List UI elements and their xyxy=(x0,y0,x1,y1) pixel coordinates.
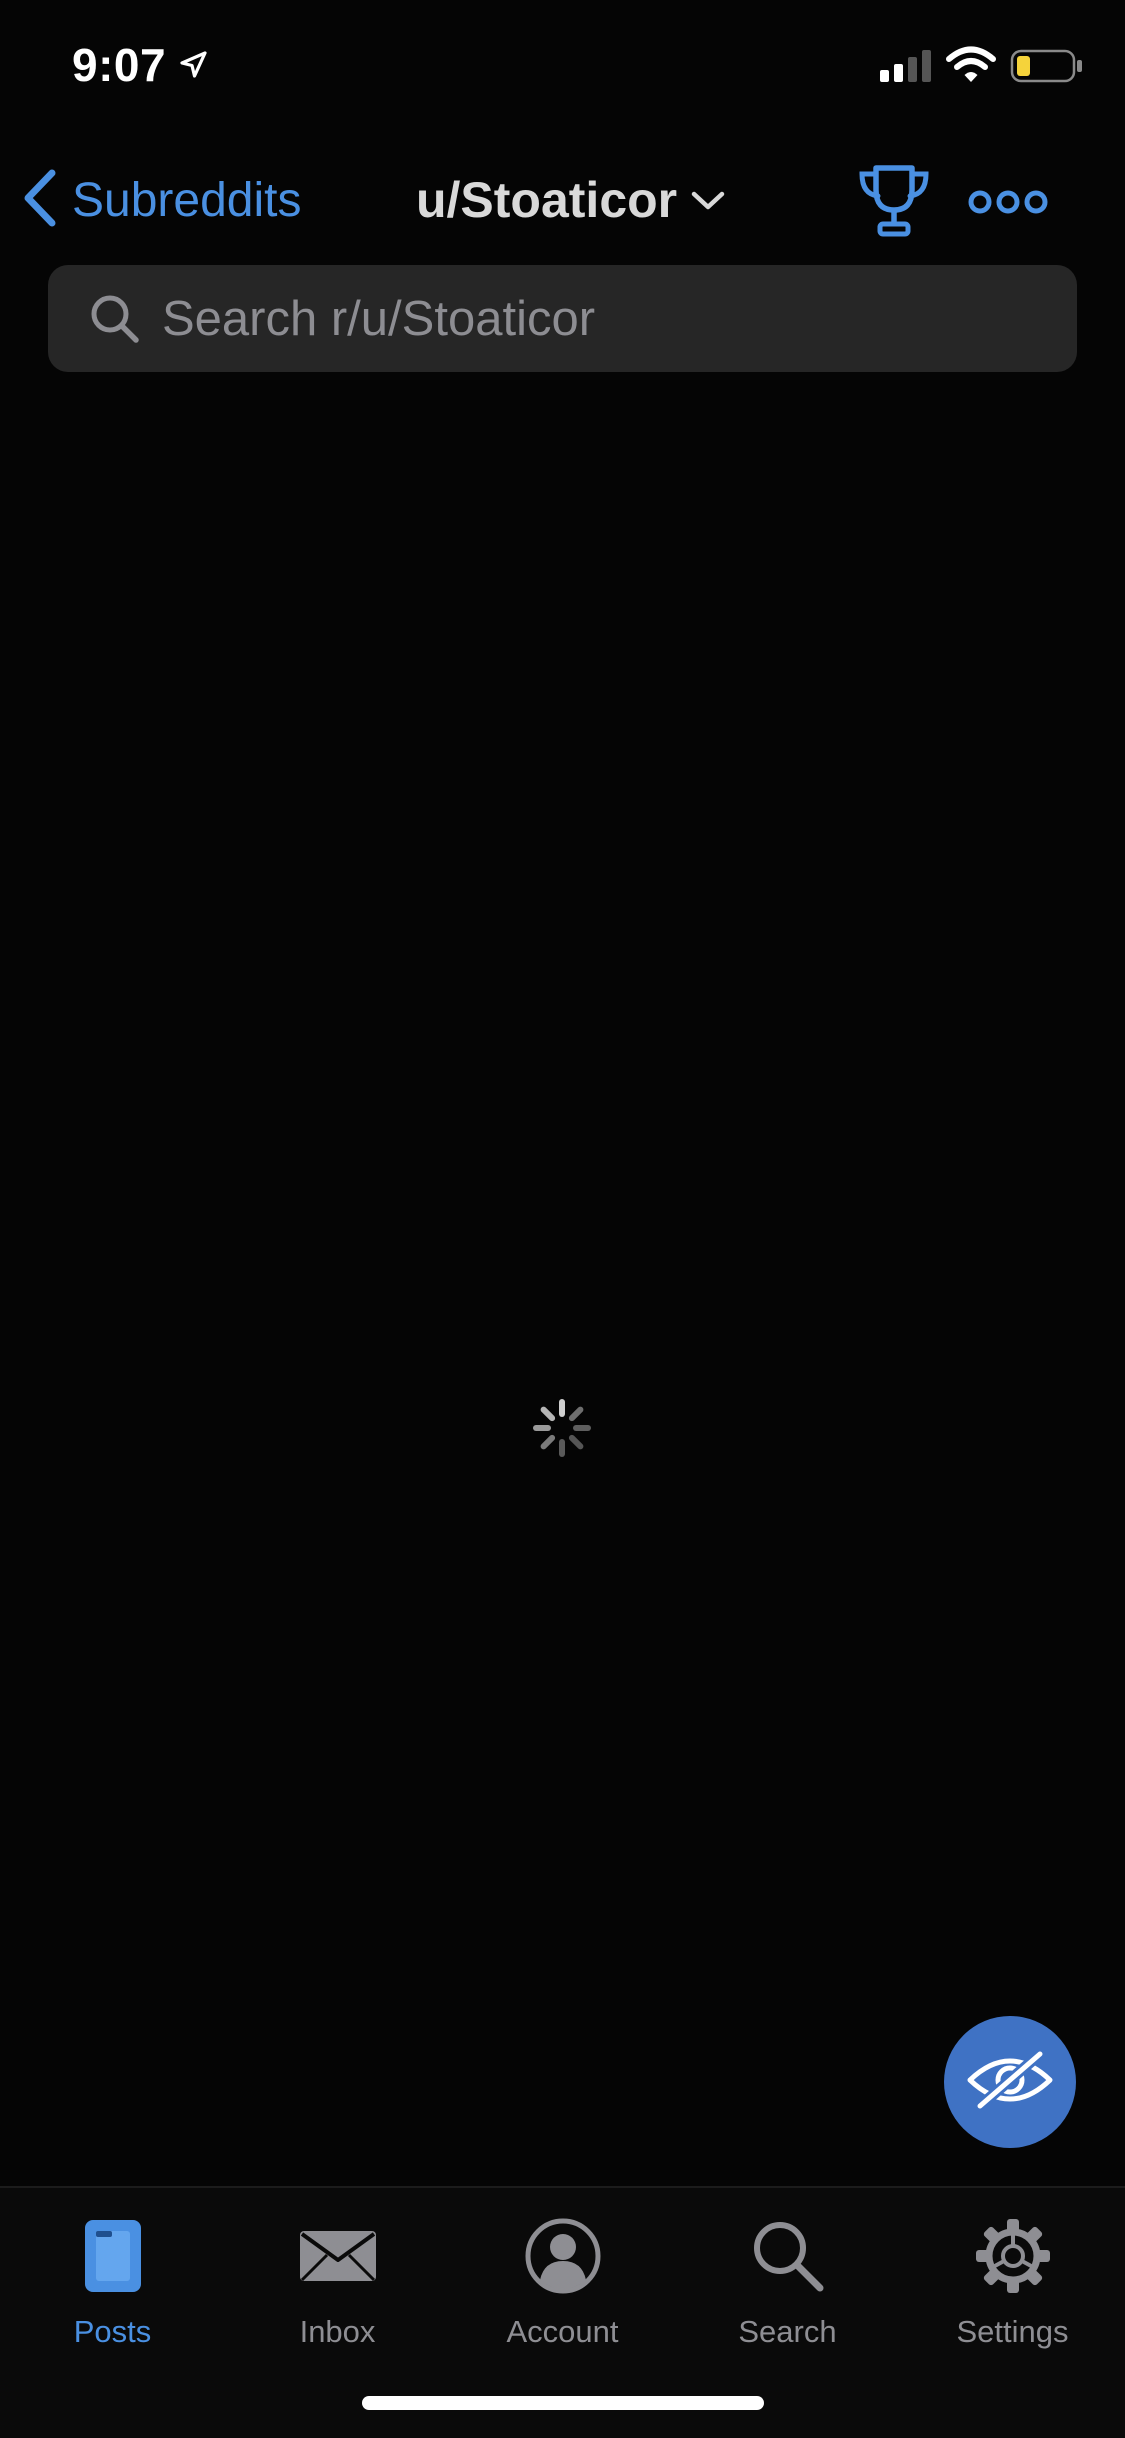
tab-inbox[interactable]: Inbox xyxy=(225,2206,450,2366)
cellular-signal-icon xyxy=(880,48,934,89)
wifi-icon xyxy=(946,46,996,89)
tab-inbox-label: Inbox xyxy=(299,2314,376,2349)
tab-account-label: Account xyxy=(506,2314,619,2349)
chevron-left-icon xyxy=(22,169,58,232)
status-bar: 9:07 xyxy=(0,0,1125,140)
status-time: 9:07 xyxy=(72,39,167,91)
navigation-bar: Subreddits u/Stoaticor xyxy=(0,150,1125,250)
ellipsis-icon xyxy=(966,190,1050,236)
tab-settings[interactable]: Settings xyxy=(900,2206,1125,2366)
envelope-icon xyxy=(225,2206,450,2306)
gear-icon xyxy=(900,2206,1125,2306)
account-icon xyxy=(450,2206,675,2306)
home-indicator[interactable] xyxy=(362,2396,764,2410)
tab-account[interactable]: Account xyxy=(450,2206,675,2366)
eye-slash-icon xyxy=(966,2048,1054,2117)
search-bar xyxy=(48,265,1077,372)
page-title: u/Stoaticor xyxy=(416,172,678,228)
search-icon xyxy=(88,292,142,351)
battery-icon xyxy=(1010,48,1084,89)
search-icon xyxy=(675,2206,900,2306)
tab-settings-label: Settings xyxy=(956,2314,1069,2349)
chevron-down-icon xyxy=(691,190,725,217)
loading-spinner-icon xyxy=(530,1396,594,1460)
trophy-icon xyxy=(854,165,934,244)
back-button[interactable]: Subreddits xyxy=(22,169,302,232)
title-dropdown[interactable]: u/Stoaticor xyxy=(416,170,725,230)
tab-search[interactable]: Search xyxy=(675,2206,900,2366)
location-arrow-icon xyxy=(178,50,208,85)
tab-posts[interactable]: Posts xyxy=(0,2206,225,2366)
tab-posts-label: Posts xyxy=(73,2314,152,2349)
more-options-button[interactable] xyxy=(966,172,1050,232)
posts-icon xyxy=(0,2206,225,2306)
back-label: Subreddits xyxy=(72,173,302,227)
hide-read-posts-button[interactable] xyxy=(944,2016,1076,2148)
search-input[interactable] xyxy=(162,265,1042,372)
trophy-button[interactable] xyxy=(854,160,934,240)
tab-search-label: Search xyxy=(738,2314,837,2349)
